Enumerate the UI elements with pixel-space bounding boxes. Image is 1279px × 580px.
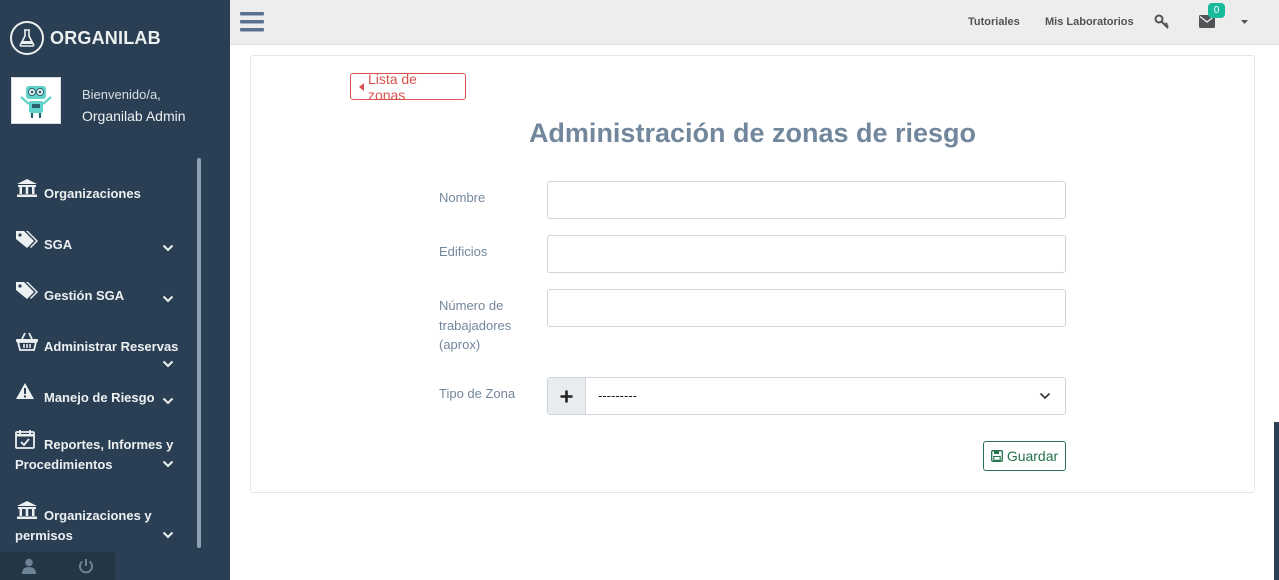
save-button[interactable]: Guardar [983,441,1066,471]
chevron-down-icon [162,531,174,539]
user-icon [21,558,36,574]
sidebar-item-label: Administrar Reservas [44,339,179,354]
sidebar-footer [0,552,115,580]
sidebar-item-manejo-de-riesgo[interactable]: Manejo de Riesgo [0,370,195,421]
sidebar-item-organizaciones[interactable]: Organizaciones [0,166,195,217]
workers-count-input[interactable] [547,289,1066,327]
floppy-disk-icon [990,450,1003,462]
power-icon [78,559,93,574]
add-zone-type-button[interactable] [548,378,586,414]
back-to-zone-list-button[interactable]: Lista de zonas [350,70,466,103]
sidebar-item-reportes[interactable]: Reportes, Informes y Procedimientos [0,421,195,492]
buildings-input[interactable] [547,235,1066,273]
menu-toggle-icon[interactable] [240,11,264,33]
caret-down-icon[interactable] [1241,20,1248,24]
sidebar-item-label: Organizaciones [44,186,141,201]
basket-icon [16,332,38,351]
sidebar-item-label: Organizaciones y permisos [15,508,152,543]
my-labs-link[interactable]: Mis Laboratorios [1045,16,1134,28]
profile: Bienvenido/a, Organilab Admin [11,77,186,124]
back-button-label: Lista de zonas [367,70,417,103]
zone-type-select[interactable]: --------- [547,377,1066,415]
welcome-text: Bienvenido/a, [82,87,161,102]
avatar [11,77,61,124]
chevron-down-icon [162,360,174,368]
robot-avatar-icon [20,85,52,118]
workers-label: Número de trabajadores (aprox) [439,298,512,352]
chevron-down-icon [1025,378,1065,414]
tags-icon [16,231,38,248]
chevron-down-icon [162,460,174,468]
plus-icon [560,390,573,402]
page-title: Administración de zonas de riesgo [528,118,977,148]
sidebar-item-administrar-reservas[interactable]: Administrar Reservas [0,319,195,370]
name-input[interactable] [547,181,1066,219]
profile-button[interactable] [0,552,57,580]
chevron-down-icon [162,244,174,252]
caret-left-icon [359,82,364,91]
top-navbar: Tutoriales Mis Laboratorios 0 [230,0,1279,45]
sidebar-item-gestion-sga[interactable]: Gestión SGA [0,268,195,319]
sidebar-scrollbar[interactable] [197,158,201,548]
save-button-label: Guardar [1006,448,1059,464]
zone-type-value: --------- [598,388,637,403]
brand[interactable]: ORGANILAB [10,20,161,56]
right-edge-strip [1274,422,1279,580]
key-icon[interactable] [1154,14,1170,30]
sidebar-item-sga[interactable]: SGA [0,217,195,268]
username: Organilab Admin [82,108,186,124]
sidebar-item-label: Reportes, Informes y Procedimientos [15,437,174,472]
buildings-label: Edificios [439,244,488,259]
tutorials-link[interactable]: Tutoriales [968,16,1020,28]
warning-icon [16,383,34,399]
name-label: Nombre [439,190,486,205]
chevron-down-icon [162,397,174,405]
chevron-down-icon [162,295,174,303]
sidebar: ORGANILAB Bienvenido/a, Organilab Admin [0,0,230,580]
flask-icon [10,21,44,55]
main-panel: Lista de zonas Administración de zonas d… [250,55,1255,493]
institution-icon [17,179,37,197]
sidebar-menu: Organizaciones SGA Gestión SGA Administr… [0,166,195,563]
brand-name: ORGANILAB [50,27,161,48]
tags-icon [16,282,38,299]
logout-button[interactable] [57,552,114,580]
zone-type-label: Tipo de Zona [439,386,516,401]
messages-count-badge: 0 [1208,3,1225,18]
